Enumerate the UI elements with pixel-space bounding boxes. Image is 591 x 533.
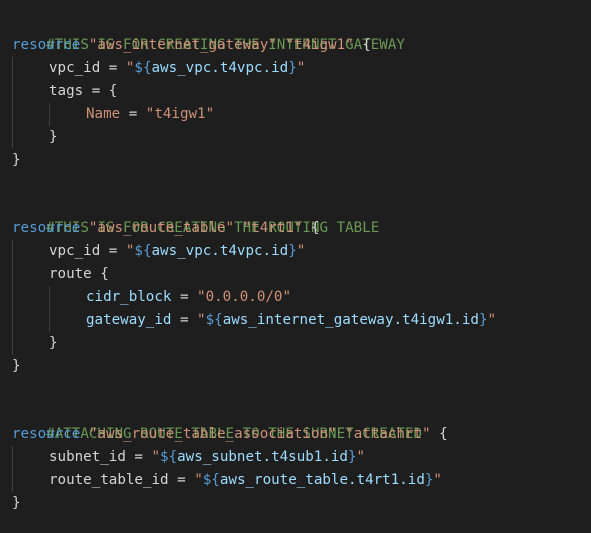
open-brace: { <box>108 83 118 99</box>
code-line: #ATTACHING ROUTE TABLE TO THE SUBNET CRE… <box>12 400 422 442</box>
open-brace: { <box>362 37 371 53</box>
indent-guide <box>12 309 49 332</box>
code-line: route { <box>12 263 109 286</box>
attribute-key: cidr_block <box>86 289 172 305</box>
indent-guide <box>12 263 49 286</box>
indent-guide <box>49 309 86 332</box>
attribute-key: vpc_id <box>49 243 101 259</box>
keyword-resource: resource <box>12 426 81 442</box>
open-brace: { <box>311 220 320 236</box>
indent-guide <box>12 57 49 80</box>
code-line: } <box>12 492 21 515</box>
code-line: subnet_id = "${aws_subnet.t4sub1.id}" <box>12 446 365 469</box>
open-brace: { <box>100 266 109 282</box>
code-line: vpc_id = "${aws_vpc.t4vpc.id}" <box>12 240 305 263</box>
attribute-key: tags <box>49 83 84 99</box>
code-line: } <box>12 149 21 172</box>
code-line: resource "aws_internet_gateway" "t4igw1"… <box>12 34 371 57</box>
code-line: tags = { <box>12 80 117 103</box>
code-line: resource "aws_route_table" "t4rt1" { <box>12 217 320 240</box>
attribute-value: "0.0.0.0/0" <box>197 289 292 305</box>
interpolation-reference: aws_vpc.t4vpc.id <box>151 60 289 76</box>
indent-guide <box>12 332 49 355</box>
attribute-key: route <box>49 266 92 282</box>
code-line: cidr_block = "0.0.0.0/0" <box>12 286 291 309</box>
code-line: #THIS IS FOR CREATING THE INTERNET GATEW… <box>12 11 405 53</box>
code-line: #THIS IS FOR CREATING THE ROUTING TABLE <box>12 194 379 236</box>
indent-guide <box>12 80 49 103</box>
resource-name: "attachrt" <box>345 426 431 442</box>
keyword-resource: resource <box>12 220 81 236</box>
interpolation-reference: aws_route_table.t4rt1.id <box>219 472 425 488</box>
code-line: gateway_id = "${aws_internet_gateway.t4i… <box>12 309 496 332</box>
code-line: } <box>12 126 58 149</box>
indent-guide <box>12 126 49 149</box>
resource-name: "t4rt1" <box>242 220 303 236</box>
indent-guide <box>12 103 49 126</box>
code-line: route_table_id = "${aws_route_table.t4rt… <box>12 469 442 492</box>
attribute-key: Name <box>86 106 121 122</box>
indent-guide <box>12 446 49 469</box>
attribute-key: subnet_id <box>49 449 126 465</box>
close-brace: } <box>12 495 21 511</box>
indent-guide <box>49 103 86 126</box>
attribute-key: route_table_id <box>49 472 169 488</box>
indent-guide <box>12 469 49 492</box>
interpolation-reference: aws_subnet.t4sub1.id <box>177 449 348 465</box>
indent-guide <box>49 286 86 309</box>
interpolation-reference: aws_internet_gateway.t4igw1.id <box>222 312 479 328</box>
resource-type: "aws_internet_gateway" <box>88 37 277 53</box>
attribute-value: "t4igw1" <box>145 106 215 122</box>
close-brace: } <box>12 358 21 374</box>
close-brace: } <box>49 129 58 145</box>
open-brace: { <box>439 426 448 442</box>
attribute-key: vpc_id <box>49 60 101 76</box>
attribute-key: gateway_id <box>86 312 172 328</box>
code-line: } <box>12 332 58 355</box>
code-line: Name = "t4igw1" <box>12 103 214 126</box>
resource-name: "t4igw1" <box>285 37 354 53</box>
indent-guide <box>12 286 49 309</box>
interpolation-reference: aws_vpc.t4vpc.id <box>151 243 289 259</box>
keyword-resource: resource <box>12 37 81 53</box>
resource-type: "aws_route_table" <box>88 220 235 236</box>
code-line: resource "aws_route_table_association" "… <box>12 423 448 446</box>
indent-guide <box>12 240 49 263</box>
code-line: } <box>12 355 21 378</box>
code-editor[interactable]: #THIS IS FOR CREATING THE INTERNET GATEW… <box>0 0 591 533</box>
close-brace: } <box>49 335 58 351</box>
code-line: vpc_id = "${aws_vpc.t4vpc.id}" <box>12 57 305 80</box>
resource-type: "aws_route_table_association" <box>88 426 337 442</box>
close-brace: } <box>12 152 21 168</box>
